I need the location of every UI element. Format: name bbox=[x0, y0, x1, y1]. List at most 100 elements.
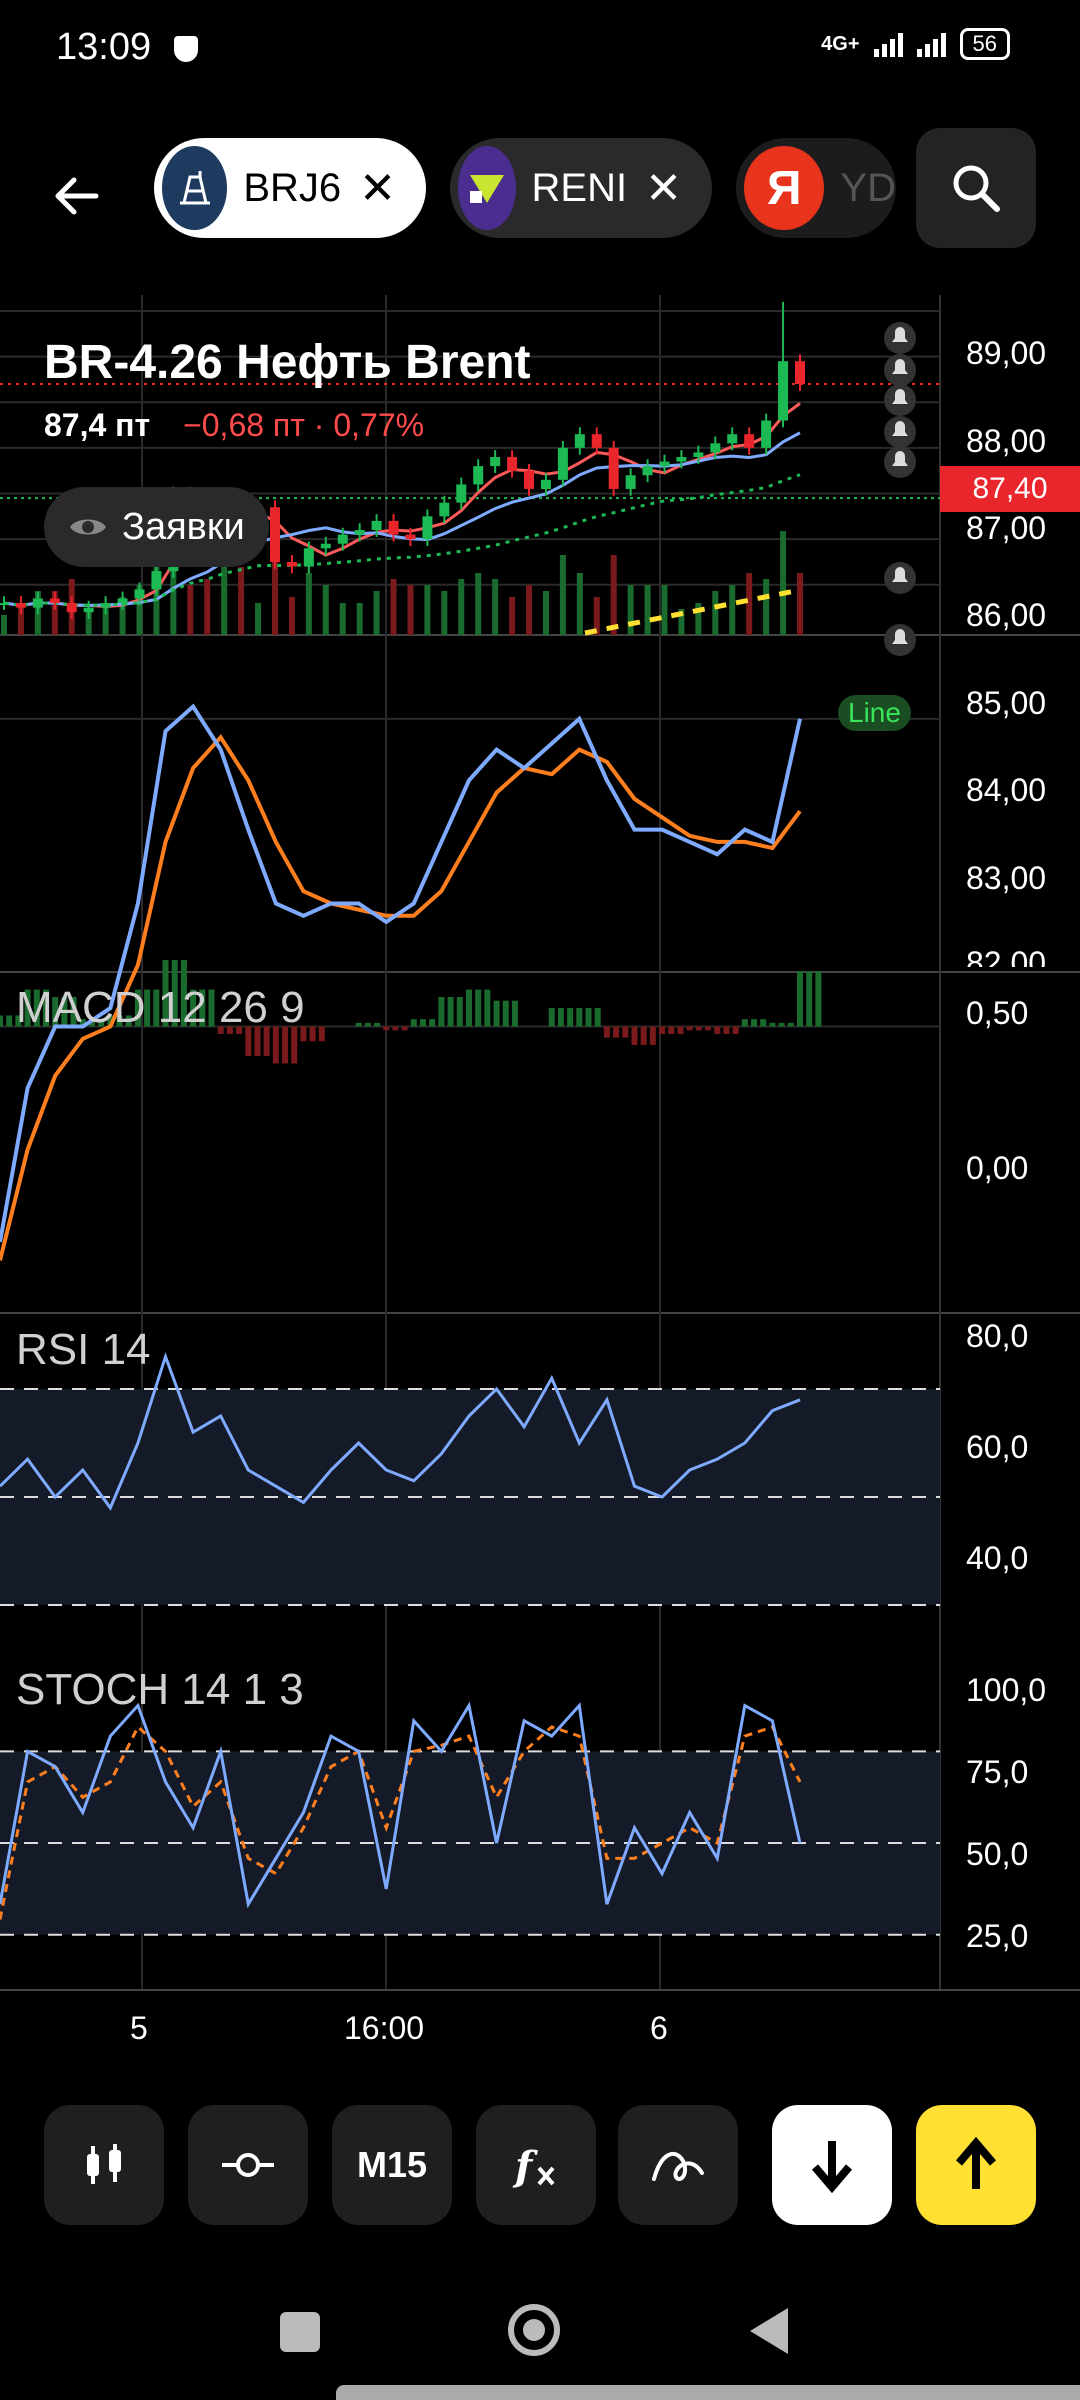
sell-button[interactable] bbox=[772, 2105, 892, 2225]
candle-body bbox=[727, 434, 738, 444]
candle-body bbox=[473, 466, 484, 485]
macd-histogram-bar bbox=[751, 1019, 758, 1027]
volume-bar bbox=[763, 579, 770, 635]
time-axis-label: 6 bbox=[650, 2010, 668, 2046]
candle-body bbox=[269, 507, 280, 562]
candle-body bbox=[676, 457, 687, 462]
volume-bar bbox=[1, 615, 7, 635]
candle-body bbox=[795, 361, 805, 384]
tab-brj6[interactable]: BRJ6 ✕ bbox=[154, 138, 426, 238]
volume-bar bbox=[644, 585, 651, 635]
search-button[interactable] bbox=[916, 128, 1036, 248]
tab-label: YD bbox=[840, 165, 896, 210]
arrow-left-icon bbox=[55, 177, 99, 215]
stoch-axis-label: 75,0 bbox=[966, 1754, 1029, 1790]
macd-histogram-bar bbox=[447, 997, 454, 1027]
arrow-up-icon bbox=[955, 2137, 997, 2189]
back-button[interactable] bbox=[40, 160, 112, 232]
chart-area[interactable]: BR-4.26 Нефть Brent 87,4 пт −0,68 пт · 0… bbox=[0, 295, 1080, 2046]
curve-icon bbox=[652, 2152, 704, 2181]
macd-histogram-bar bbox=[686, 1026, 693, 1031]
network-type: 4G+ bbox=[821, 32, 860, 55]
volume-bar bbox=[661, 585, 668, 635]
price-axis-label: 85,00 bbox=[966, 685, 1047, 721]
buy-button[interactable] bbox=[916, 2105, 1036, 2225]
line-tag[interactable]: Line bbox=[838, 695, 911, 731]
instrument-tabs-bar: BRJ6 ✕ RENI ✕ Я YD bbox=[0, 120, 1080, 260]
stoch-axis-label: 50,0 bbox=[966, 1836, 1029, 1872]
macd-histogram-bar bbox=[429, 1019, 436, 1027]
back-nav-icon[interactable] bbox=[748, 2306, 790, 2356]
time-axis-label: 5 bbox=[130, 2010, 148, 2046]
orders-button[interactable]: Заявки bbox=[44, 487, 269, 567]
candle-body bbox=[693, 452, 704, 458]
macd-axis-label: 0,50 bbox=[966, 995, 1029, 1031]
price-change: −0,68 пт · 0,77% bbox=[183, 407, 425, 443]
volume-bar bbox=[627, 585, 634, 635]
volume-bar bbox=[407, 585, 414, 635]
volume-bar bbox=[746, 573, 753, 635]
candle-body bbox=[778, 361, 789, 421]
candle-body bbox=[405, 534, 416, 540]
candle-body bbox=[456, 484, 467, 503]
volume-bar bbox=[390, 579, 397, 635]
macd-histogram-bar bbox=[732, 1026, 739, 1034]
rsi-axis-label: 80,0 bbox=[966, 1318, 1029, 1354]
line-tool-icon bbox=[222, 2153, 274, 2177]
tab-yandex[interactable]: Я YD bbox=[736, 138, 896, 238]
tab-label: BRJ6 bbox=[243, 165, 342, 210]
eye-icon bbox=[70, 519, 106, 535]
volume-bar bbox=[373, 591, 380, 635]
volume-bar bbox=[305, 573, 312, 635]
recents-icon[interactable] bbox=[280, 2312, 320, 2352]
macd-label[interactable]: MACD 12 26 9 bbox=[16, 983, 305, 1033]
candle-body bbox=[49, 598, 60, 604]
volume-bar bbox=[221, 555, 228, 635]
candle-body bbox=[574, 434, 585, 448]
macd-histogram-bar bbox=[603, 1026, 610, 1038]
candle-body bbox=[507, 457, 518, 471]
arrow-down-icon bbox=[811, 2141, 853, 2193]
candle-body bbox=[83, 607, 94, 613]
candle-body bbox=[134, 589, 145, 599]
macd-histogram-bar bbox=[502, 1000, 509, 1027]
volume-bar bbox=[475, 573, 482, 635]
stoch-label[interactable]: STOCH 14 1 3 bbox=[16, 1665, 304, 1715]
status-icons: 4G+ 56 bbox=[821, 28, 1010, 60]
candle-body bbox=[303, 548, 314, 567]
price-axis-label: 87,00 bbox=[966, 510, 1047, 546]
home-icon[interactable] bbox=[508, 2304, 560, 2356]
draw-curve-button[interactable] bbox=[618, 2105, 738, 2225]
price-axis-label: 89,00 bbox=[966, 335, 1047, 371]
macd-histogram-bar bbox=[493, 1000, 500, 1027]
drawing-tool-button[interactable] bbox=[188, 2105, 308, 2225]
macd-histogram-bar bbox=[797, 971, 803, 1027]
candle-body bbox=[642, 466, 653, 476]
rsi-axis-label: 40,0 bbox=[966, 1540, 1029, 1576]
macd-histogram-bar bbox=[787, 1022, 794, 1027]
volume-bar bbox=[458, 579, 465, 635]
price-line: 87,4 пт −0,68 пт · 0,77% bbox=[44, 407, 424, 444]
price-axis-label: 86,00 bbox=[966, 597, 1047, 633]
candle-body bbox=[117, 598, 128, 604]
candle-body bbox=[422, 516, 433, 540]
chart-type-button[interactable] bbox=[44, 2105, 164, 2225]
macd-histogram-bar bbox=[659, 1026, 666, 1034]
macd-histogram-bar bbox=[677, 1026, 684, 1034]
indicators-button[interactable]: f bbox=[476, 2105, 596, 2225]
close-icon[interactable]: ✕ bbox=[645, 163, 682, 214]
macd-histogram-bar bbox=[309, 1026, 316, 1042]
macd-histogram-bar bbox=[631, 1026, 638, 1045]
interval-button[interactable]: M15 bbox=[332, 2105, 452, 2225]
tab-reni[interactable]: RENI ✕ bbox=[450, 138, 712, 238]
close-icon[interactable]: ✕ bbox=[359, 163, 396, 214]
macd-histogram-bar bbox=[438, 997, 445, 1027]
price-axis-label: 83,00 bbox=[966, 860, 1047, 896]
volume-bar bbox=[576, 573, 583, 635]
candle-body bbox=[15, 603, 26, 608]
candle-body bbox=[761, 420, 772, 448]
instrument-title: BR-4.26 Нефть Brent bbox=[44, 336, 531, 389]
rsi-label[interactable]: RSI 14 bbox=[16, 1325, 151, 1375]
svg-text:f: f bbox=[512, 2143, 538, 2190]
price-axis-label: 84,00 bbox=[966, 772, 1047, 808]
